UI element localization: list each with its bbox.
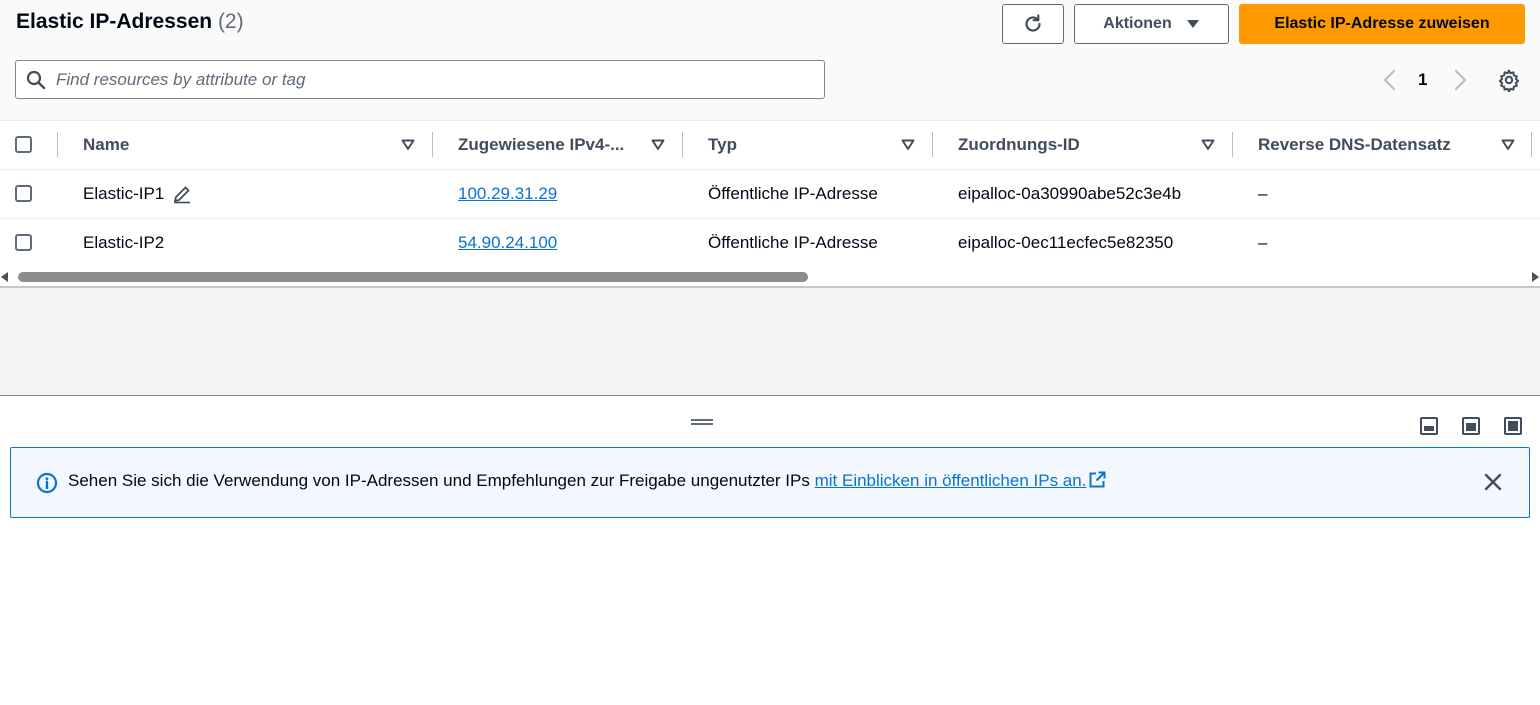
- cell-reverse-dns: –: [1258, 233, 1268, 252]
- chevron-left-icon: [1383, 69, 1396, 91]
- page-title: Elastic IP-Adressen (2): [16, 10, 244, 34]
- caret-down-icon: [1186, 20, 1199, 28]
- panel-position-side-icon[interactable]: [1462, 417, 1480, 435]
- cell-type: Öffentliche IP-Adresse: [708, 184, 878, 203]
- row-checkbox[interactable]: [15, 185, 32, 202]
- cell-ipv4: 54.90.24.100: [458, 219, 557, 267]
- sort-caret-icon: [1501, 139, 1515, 150]
- cell-type: Öffentliche IP-Adresse: [708, 233, 878, 252]
- column-header-type[interactable]: Typ: [708, 121, 923, 169]
- column-header-allocation-id[interactable]: Zuordnungs-ID: [958, 121, 1223, 169]
- info-flashbar: Sehen Sie sich die Verwendung von IP-Adr…: [10, 447, 1530, 518]
- sort-caret-icon: [1201, 139, 1215, 150]
- column-header-name[interactable]: Name: [83, 121, 423, 169]
- ip-address-link[interactable]: 100.29.31.29: [458, 184, 557, 204]
- pencil-icon[interactable]: [172, 184, 192, 204]
- table-settings-button[interactable]: [1497, 66, 1521, 94]
- search-input[interactable]: [56, 69, 796, 90]
- table-header-row: Name Zugewiesene IPv4-... Typ Zuordnungs…: [0, 121, 1540, 170]
- pagination-page-number[interactable]: 1: [1418, 66, 1427, 94]
- horizontal-scrollbar[interactable]: [0, 269, 1540, 285]
- scrollbar-thumb[interactable]: [18, 272, 808, 282]
- resize-handle[interactable]: [691, 419, 713, 425]
- cell-allocation-id: eipalloc-0ec11ecfec5e82350: [958, 233, 1174, 252]
- content-background: [0, 288, 1540, 396]
- column-divider: [57, 132, 58, 157]
- column-header-reverse-dns-label: Reverse DNS-Datensatz: [1258, 135, 1451, 154]
- panel-position-bottom-icon[interactable]: [1420, 417, 1438, 435]
- row-name-text: Elastic-IP1: [83, 184, 165, 203]
- chevron-right-icon: [1454, 69, 1467, 91]
- info-icon: [36, 472, 58, 494]
- sort-caret-icon: [401, 139, 415, 150]
- search-icon: [26, 70, 46, 90]
- cell-name: Elastic-IP2: [83, 219, 164, 267]
- cell-name: Elastic-IP1: [83, 170, 192, 218]
- table-row[interactable]: Elastic-IP2 54.90.24.100 Öffentliche IP-…: [0, 219, 1540, 268]
- allocate-eip-button[interactable]: Elastic IP-Adresse zuweisen: [1239, 4, 1525, 44]
- pagination-next-button[interactable]: [1450, 66, 1470, 94]
- column-divider: [432, 132, 433, 157]
- public-ip-insights-link-text: mit Einblicken in öffentlichen IPs an.: [814, 471, 1087, 490]
- column-header-type-label: Typ: [708, 135, 737, 154]
- row-name-text: Elastic-IP2: [83, 233, 165, 252]
- split-panel: Sehen Sie sich die Verwendung von IP-Adr…: [0, 397, 1540, 705]
- sort-caret-icon: [651, 139, 665, 150]
- actions-dropdown-button[interactable]: Aktionen: [1074, 4, 1229, 44]
- actions-label: Aktionen: [1103, 15, 1172, 32]
- refresh-icon: [1025, 14, 1041, 32]
- pagination-prev-button[interactable]: [1380, 66, 1400, 94]
- gear-icon: [1498, 69, 1520, 92]
- header-area: Elastic IP-Adressen (2) Aktionen Elastic…: [0, 0, 1540, 120]
- panel-position-full-icon[interactable]: [1504, 417, 1522, 435]
- column-divider: [1531, 132, 1532, 157]
- scroll-left-arrow[interactable]: [1, 272, 8, 282]
- flash-message: Sehen Sie sich die Verwendung von IP-Adr…: [68, 471, 1106, 494]
- scroll-right-arrow[interactable]: [1532, 272, 1539, 282]
- public-ip-insights-link[interactable]: mit Einblicken in öffentlichen IPs an.: [815, 471, 1087, 490]
- column-divider: [1232, 132, 1233, 157]
- eip-table: Name Zugewiesene IPv4-... Typ Zuordnungs…: [0, 120, 1540, 288]
- column-header-allocation-id-label: Zuordnungs-ID: [958, 135, 1080, 154]
- column-divider: [682, 132, 683, 157]
- sort-caret-icon: [901, 139, 915, 150]
- column-divider: [932, 132, 933, 157]
- column-header-name-label: Name: [83, 135, 130, 154]
- select-all-checkbox[interactable]: [15, 136, 32, 153]
- page-title-text: Elastic IP-Adressen: [16, 10, 213, 33]
- row-checkbox[interactable]: [15, 234, 32, 251]
- flash-message-text: Sehen Sie sich die Verwendung von IP-Adr…: [68, 471, 815, 490]
- table-row[interactable]: Elastic-IP1 100.29.31.29 Öffentliche IP-…: [0, 170, 1540, 219]
- item-count: (2): [217, 10, 244, 33]
- close-icon[interactable]: [1483, 472, 1503, 492]
- column-header-reverse-dns[interactable]: Reverse DNS-Datensatz: [1258, 121, 1523, 169]
- allocate-eip-label: Elastic IP-Adresse zuweisen: [1274, 15, 1490, 32]
- cell-allocation-id: eipalloc-0a30990abe52c3e4b: [958, 184, 1182, 203]
- refresh-button[interactable]: [1002, 4, 1064, 44]
- ip-address-link[interactable]: 54.90.24.100: [458, 233, 557, 253]
- external-link-icon[interactable]: [1088, 471, 1106, 494]
- search-box[interactable]: [15, 60, 825, 99]
- column-header-ipv4[interactable]: Zugewiesene IPv4-...: [458, 121, 673, 169]
- cell-ipv4: 100.29.31.29: [458, 170, 557, 218]
- cell-reverse-dns: –: [1258, 184, 1268, 203]
- column-header-ipv4-label: Zugewiesene IPv4-...: [458, 135, 625, 154]
